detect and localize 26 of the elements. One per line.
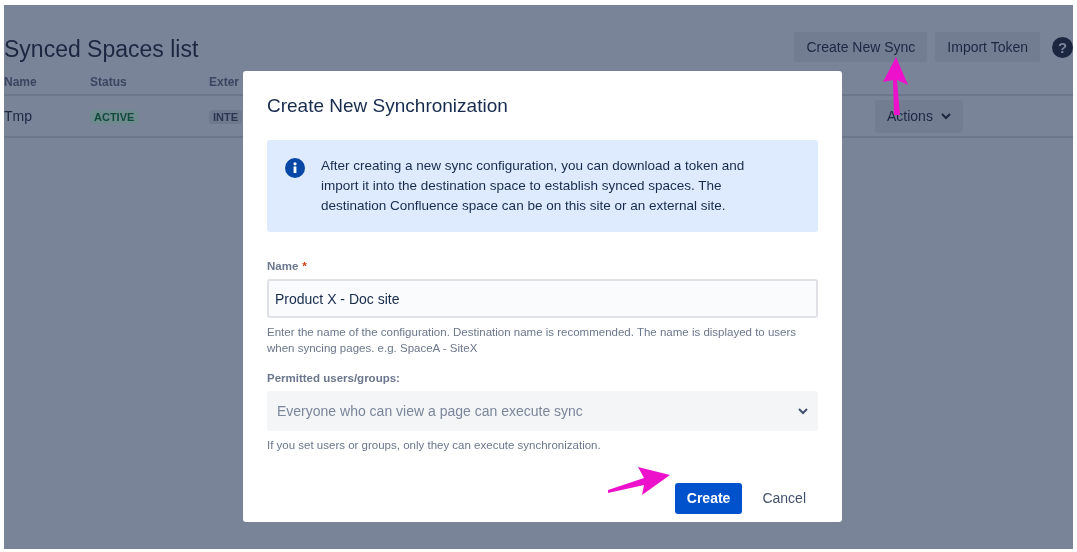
dialog-button[interactable]: Create xyxy=(674,483,743,515)
page-title: Synced Spaces list xyxy=(4,36,199,64)
info-icon xyxy=(285,157,305,178)
header-button[interactable]: Import Token xyxy=(935,32,1040,62)
dialog-button[interactable]: Cancel xyxy=(750,483,818,515)
field-label: Name * xyxy=(267,258,308,274)
type-lozenge: INTE xyxy=(209,109,243,124)
help-button[interactable]: ? xyxy=(1052,36,1073,58)
table-cell-text: Tmp xyxy=(4,106,33,126)
header-button[interactable]: Create New Sync xyxy=(794,32,928,62)
actions-button[interactable]: Actions xyxy=(875,99,963,133)
column-header: Exter xyxy=(209,74,241,91)
select-field[interactable]: Everyone who can view a page can execute sync xyxy=(267,391,818,432)
arrow xyxy=(606,467,672,497)
info-text: After creating a new sync configuration, you can download a token and import it into the destination space to establish synced spaces. The destination Confluence space can be on this site or an external site. xyxy=(321,156,746,215)
dialog-title: Create New Synchronization xyxy=(267,95,509,118)
status-lozenge: ACTIVE xyxy=(90,109,139,124)
chevron-down-icon xyxy=(940,112,951,120)
required-mark: * xyxy=(302,259,307,272)
chevron-down-icon xyxy=(798,407,808,415)
column-header: Name xyxy=(4,74,38,91)
text-input[interactable]: Product X - Doc site xyxy=(267,279,818,319)
column-header: Status xyxy=(90,74,128,91)
help-text: Enter the name of the configuration. Destination name is recommended. The name is displayed to users when syncing pages. e.g. SpaceA - SiteX xyxy=(267,325,798,357)
field-label: Permitted users/groups: xyxy=(267,371,401,387)
help-text: If you set users or groups, only they can execute synchronization. xyxy=(267,438,602,454)
